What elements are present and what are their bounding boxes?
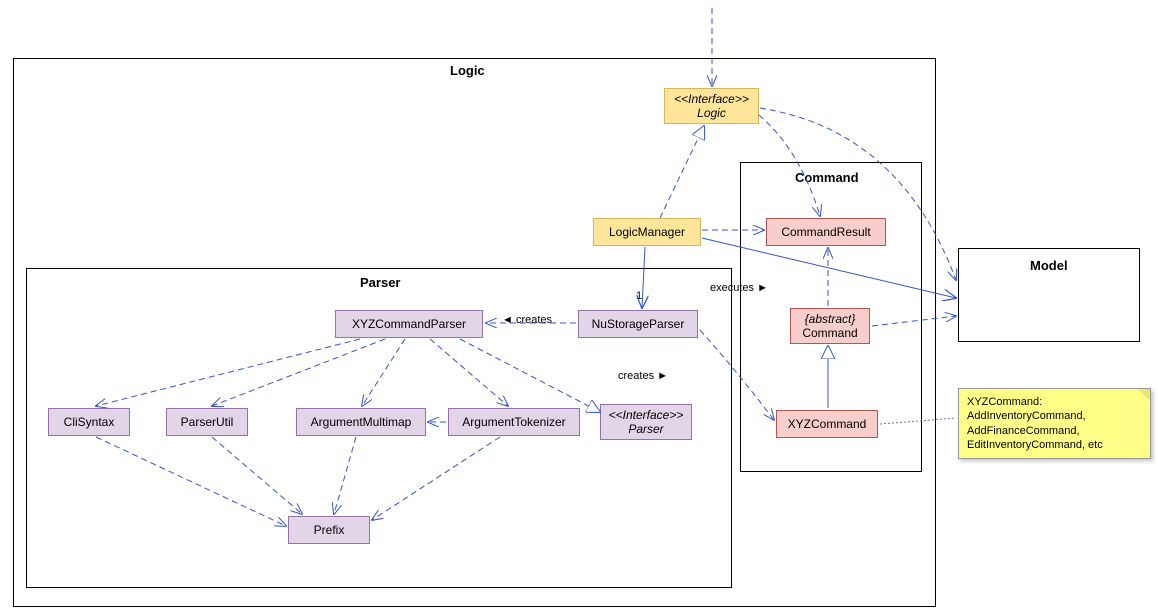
note-line: EditInventoryCommand, etc <box>967 438 1142 452</box>
stereotype: <<Interface>> <box>609 408 684 422</box>
package-parser-title: Parser <box>360 275 400 290</box>
class-xyz-command: XYZCommand <box>776 410 878 438</box>
class-logic-manager: LogicManager <box>593 218 701 246</box>
stereotype: <<Interface>> <box>674 92 749 106</box>
class-logic-interface: <<Interface>> Logic <box>664 88 759 124</box>
class-abstract-command: {abstract} Command <box>790 308 870 344</box>
class-name: ParserUtil <box>181 415 234 429</box>
note-line: AddFinanceCommand, <box>967 424 1142 438</box>
class-name: CliSyntax <box>64 415 115 429</box>
label-creates-1: ◄ creates <box>502 314 552 326</box>
class-argument-multimap: ArgumentMultimap <box>296 408 426 436</box>
label-creates-2: creates ► <box>618 370 668 382</box>
class-name: Prefix <box>314 523 345 537</box>
note-line: XYZCommand: <box>967 395 1142 409</box>
class-argument-tokenizer: ArgumentTokenizer <box>448 408 580 436</box>
class-name: Parser <box>628 422 663 436</box>
class-name: Logic <box>697 106 726 120</box>
class-cli-syntax: CliSyntax <box>48 408 130 436</box>
class-name: ArgumentMultimap <box>311 415 412 429</box>
class-name: XYZCommand <box>788 417 867 431</box>
class-name: Command <box>802 326 857 340</box>
class-name: NuStorageParser <box>592 317 685 331</box>
label-executes: executes ► <box>710 282 768 294</box>
label-mult-one: 1 <box>636 290 642 302</box>
class-xyz-command-parser: XYZCommandParser <box>335 310 483 338</box>
class-name: CommandResult <box>781 225 870 239</box>
class-prefix: Prefix <box>288 516 370 544</box>
class-name: XYZCommandParser <box>352 317 466 331</box>
note-line: AddInventoryCommand, <box>967 409 1142 423</box>
class-parser-interface: <<Interface>> Parser <box>600 404 692 440</box>
class-parser-util: ParserUtil <box>166 408 248 436</box>
class-name: ArgumentTokenizer <box>462 415 565 429</box>
package-model-title: Model <box>1030 258 1068 273</box>
class-command-result: CommandResult <box>766 218 886 246</box>
package-command-title: Command <box>795 170 859 185</box>
package-logic-title: Logic <box>450 63 485 78</box>
diagram-canvas: Logic Model Parser Command <<Interface>>… <box>0 0 1158 615</box>
class-name: LogicManager <box>609 225 685 239</box>
note-xyz-command: XYZCommand: AddInventoryCommand, AddFina… <box>958 388 1151 459</box>
class-nustorage-parser: NuStorageParser <box>578 310 698 338</box>
stereotype: {abstract} <box>805 312 856 326</box>
